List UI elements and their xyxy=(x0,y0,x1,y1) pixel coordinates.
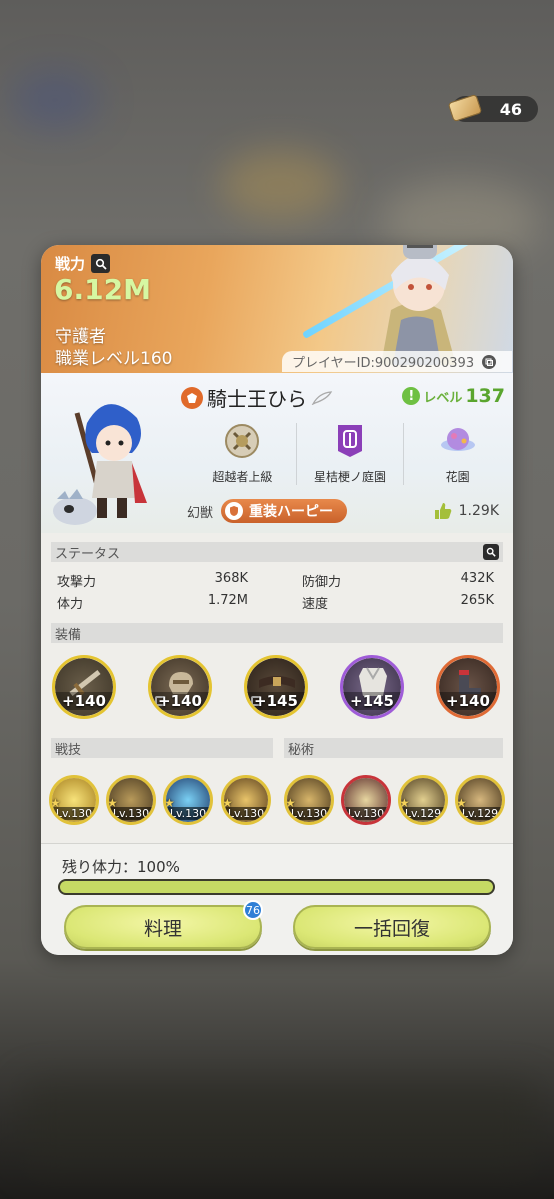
status-title: ステータス xyxy=(55,546,121,562)
badge-garden[interactable]: 花園 xyxy=(403,423,511,485)
job-level: 職業レベル160 xyxy=(55,349,173,369)
likes-value: 1.29K xyxy=(458,503,499,519)
phantom-button[interactable]: 重装ハーピー xyxy=(221,499,348,523)
rank-emblem-icon xyxy=(225,424,260,458)
combat-skills-header: 戦技 xyxy=(51,738,273,758)
level-label: レベル xyxy=(423,390,463,406)
star-icon: ★ xyxy=(399,796,410,810)
star-icon: ★ xyxy=(107,796,118,810)
recover-all-label: 一括回復 xyxy=(353,917,430,940)
status-header: ステータス xyxy=(51,542,503,562)
skill-slot-3[interactable]: ★ Lv.130 xyxy=(163,775,213,825)
skill-slot-5[interactable]: ★ Lv.130 xyxy=(284,775,334,825)
stat-defense-label: 防御力 xyxy=(302,575,342,590)
equip-slot-boots[interactable]: +140 xyxy=(436,655,500,719)
player-id: プレイヤーID:900290200393 xyxy=(282,351,512,372)
phantom-label: 幻獣 xyxy=(187,505,214,521)
skill-slot-2[interactable]: ★ Lv.130 xyxy=(106,775,156,825)
star-icon: ★ xyxy=(456,796,467,810)
shield-icon xyxy=(225,502,244,520)
stat-speed-label: 速度 xyxy=(302,597,329,612)
equip-slot-belt[interactable]: +145 xyxy=(244,655,308,719)
background-blur xyxy=(220,150,340,220)
cook-badge: 76 xyxy=(243,900,263,920)
equip-slot-weapon[interactable]: +140 xyxy=(52,655,116,719)
player-level: ! レベル 137 xyxy=(402,385,505,407)
stat-attack-value: 368K xyxy=(214,571,248,586)
profile-section: 騎士王ひら ! レベル 137 超越者上級 星桔梗ノ庭園 花園 幻獣 重装ハーピ… xyxy=(41,373,513,533)
phantom-name: 重装ハーピー xyxy=(249,504,334,520)
feather-icon[interactable] xyxy=(311,390,333,405)
level-value: 137 xyxy=(465,385,505,407)
power-value: 6.12M xyxy=(54,273,151,306)
ticket-icon xyxy=(447,93,483,123)
stamina-bar xyxy=(58,879,495,895)
stat-hp-value: 1.72M xyxy=(207,593,248,608)
player-profile-panel: 戦力 6.12M 守護者 職業レベル160 プレイヤーID:9002902003… xyxy=(41,245,513,955)
equipment-title: 装備 xyxy=(55,627,82,643)
equipment-header: 装備 xyxy=(51,623,503,643)
stamina-fill xyxy=(60,881,493,893)
stat-attack-label: 攻撃力 xyxy=(57,575,97,590)
guild-banner-icon xyxy=(338,425,362,457)
copy-icon[interactable] xyxy=(482,354,497,369)
recover-all-button[interactable]: 一括回復 xyxy=(293,905,491,949)
badge-guild[interactable]: 星桔梗ノ庭園 xyxy=(295,423,404,485)
equip-slot-gauntlet[interactable]: +140 xyxy=(148,655,212,719)
player-name-row: 騎士王ひら xyxy=(181,383,333,412)
cook-button-label: 料理 xyxy=(143,917,182,940)
equip-slot-armor[interactable]: +145 xyxy=(340,655,404,719)
hero-banner: 戦力 6.12M 守護者 職業レベル160 プレイヤーID:9002902003… xyxy=(41,245,513,373)
equip-plus: +145 xyxy=(343,692,401,710)
knight-portrait-icon xyxy=(381,245,456,365)
equip-plus: +140 xyxy=(55,692,113,710)
equip-plus: +140 xyxy=(151,692,209,710)
thumbs-up-icon xyxy=(434,503,451,519)
stamina-label: 残り体力：100% xyxy=(62,858,180,876)
badge-rank[interactable]: 超越者上級 xyxy=(189,423,296,485)
star-icon: ★ xyxy=(50,796,61,810)
stat-hp-label: 体力 xyxy=(57,597,84,612)
equip-plus: +145 xyxy=(247,692,305,710)
status-search-icon[interactable] xyxy=(483,544,499,560)
star-icon: ★ xyxy=(164,796,175,810)
stat-speed-value: 265K xyxy=(460,593,494,608)
exclamation-icon[interactable]: ! xyxy=(402,387,421,405)
background-blur xyxy=(10,70,100,130)
skill-slot-7[interactable]: ★ Lv.129 xyxy=(398,775,448,825)
likes-counter[interactable]: 1.29K xyxy=(433,501,499,521)
secret-skills-header: 秘術 xyxy=(284,738,503,758)
player-avatar[interactable] xyxy=(47,393,177,528)
player-id-text: プレイヤーID:900290200393 xyxy=(292,356,475,371)
stat-defense-value: 432K xyxy=(460,571,494,586)
player-name: 騎士王ひら xyxy=(207,387,307,411)
skill-slot-4[interactable]: ★ Lv.130 xyxy=(221,775,271,825)
badge-guild-label: 星桔梗ノ庭園 xyxy=(314,470,387,484)
planet-icon xyxy=(440,428,475,451)
phantom-row: 幻獣 重装ハーピー xyxy=(187,499,348,523)
search-icon[interactable] xyxy=(91,254,111,273)
cook-button[interactable]: 料理 xyxy=(64,905,262,949)
skill-slot-1[interactable]: ★ Lv.130 xyxy=(49,775,99,825)
badge-garden-label: 花園 xyxy=(445,470,470,484)
skill-slot-8[interactable]: ★ Lv.129 xyxy=(455,775,505,825)
skill-slot-6[interactable]: Lv.130 xyxy=(341,775,391,825)
equip-plus: +140 xyxy=(439,692,497,710)
currency-amount: 46 xyxy=(499,99,522,119)
skill-level: Lv.130 xyxy=(344,807,388,820)
background-blur xyxy=(20,1080,540,1170)
star-icon: ★ xyxy=(222,796,233,810)
power-label-row: 戦力 xyxy=(55,253,111,274)
power-label: 戦力 xyxy=(55,255,86,273)
currency-counter[interactable]: 46 xyxy=(447,93,538,123)
profile-badges: 超越者上級 星桔梗ノ庭園 花園 xyxy=(189,423,511,485)
badge-rank-label: 超越者上級 xyxy=(212,470,273,484)
secret-skills-title: 秘術 xyxy=(288,742,315,758)
star-icon: ★ xyxy=(285,796,296,810)
combat-skills-title: 戦技 xyxy=(55,742,82,758)
guild-emblem-icon[interactable] xyxy=(181,386,203,409)
